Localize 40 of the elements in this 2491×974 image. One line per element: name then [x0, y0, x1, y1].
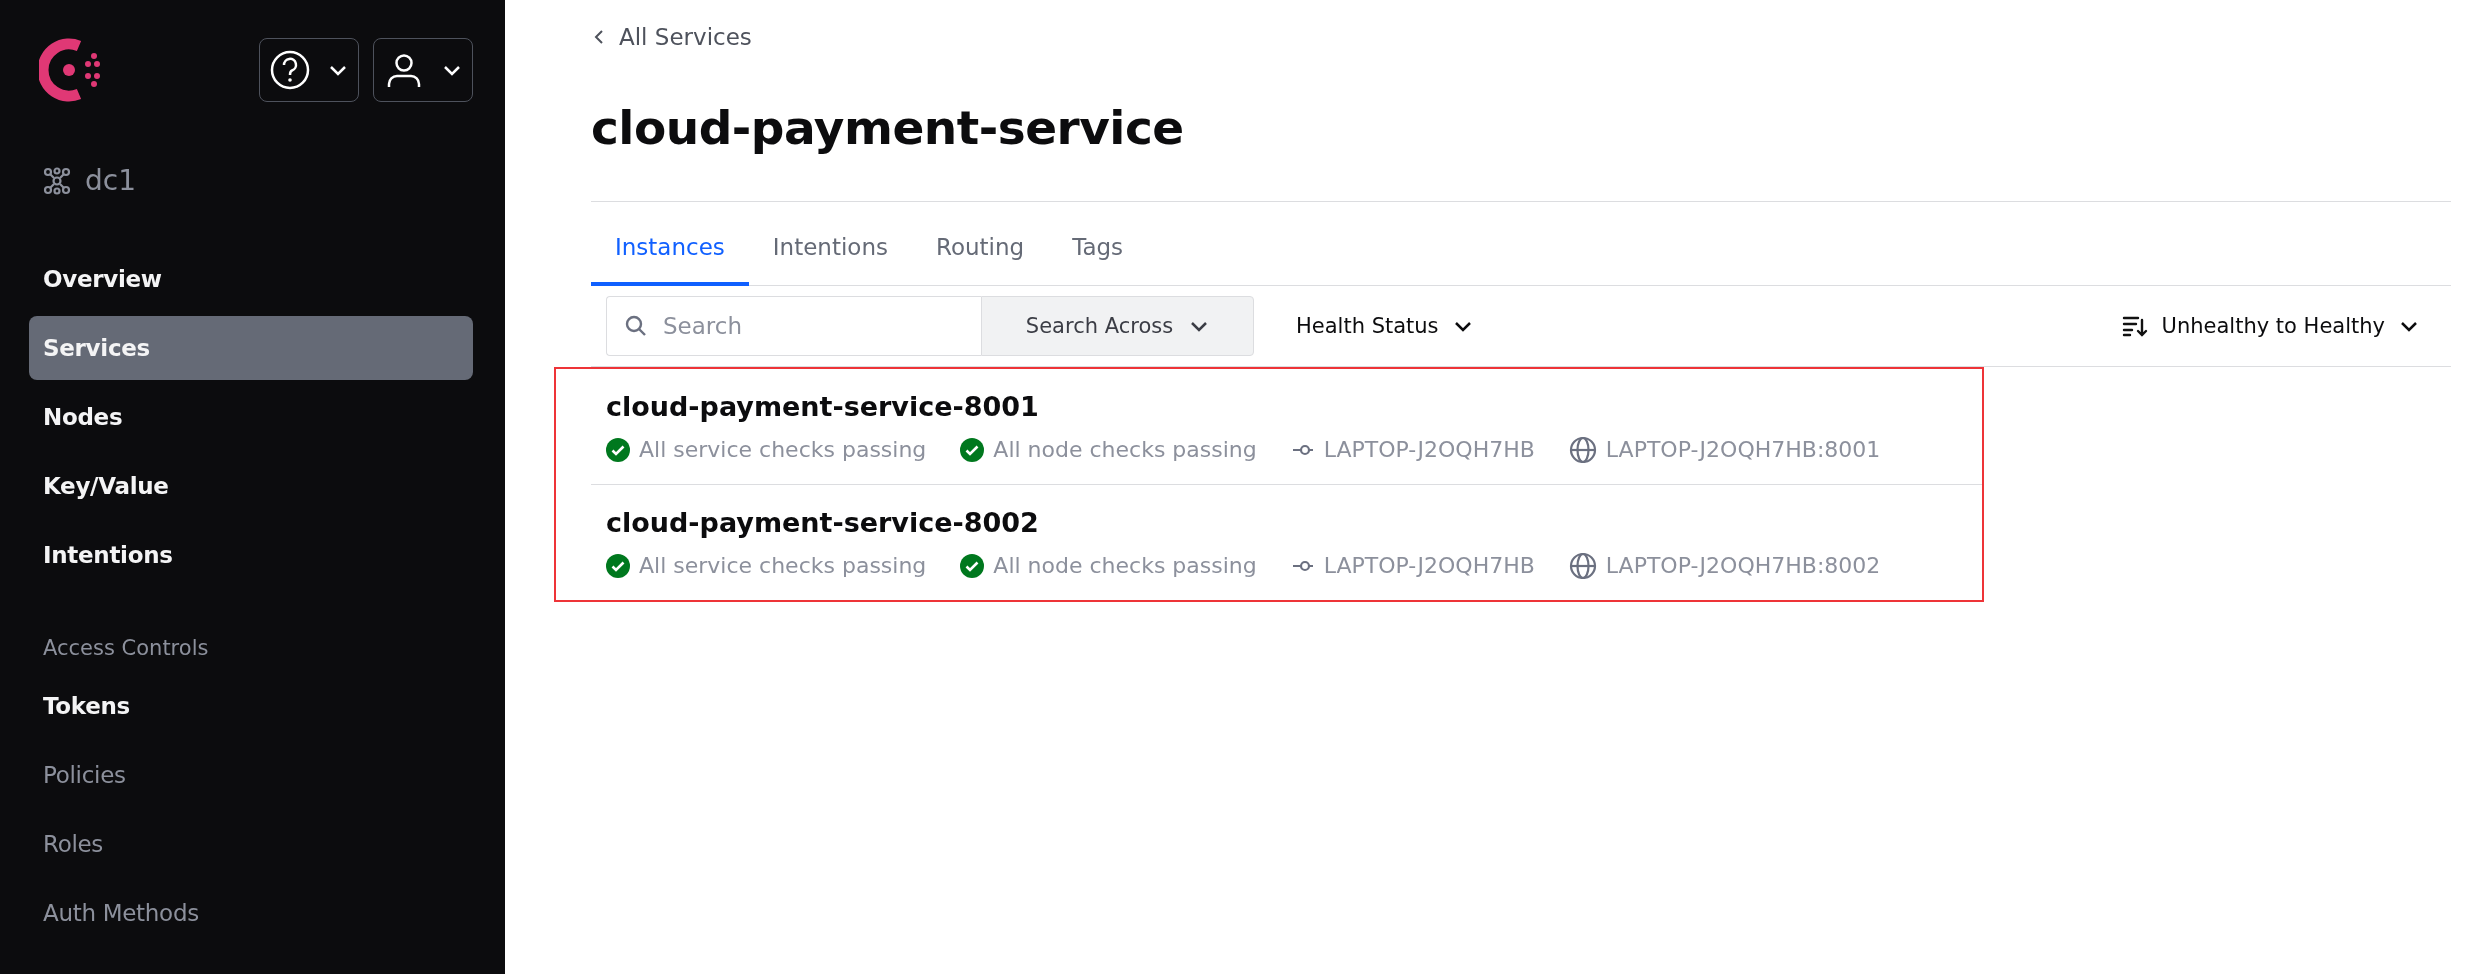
node-name: LAPTOP-J2OQH7HB [1323, 437, 1535, 462]
instance-name[interactable]: cloud-payment-service-8002 [591, 506, 1039, 538]
sort-dropdown[interactable]: Unhealthy to Healthy [2109, 313, 2431, 338]
globe-icon [1568, 435, 1597, 464]
globe-icon [1568, 551, 1597, 580]
logo-icon[interactable] [39, 38, 103, 102]
nav-item[interactable]: Overview [29, 247, 473, 311]
tab[interactable]: Intentions [748, 234, 912, 286]
cluster-icon [43, 166, 71, 195]
nav-item[interactable]: Tokens [29, 674, 473, 738]
tab[interactable]: Routing [911, 234, 1049, 286]
check-circle-icon [960, 437, 985, 462]
tab[interactable]: Instances [591, 234, 749, 286]
instance-name[interactable]: cloud-payment-service-8001 [591, 390, 1039, 422]
service-check-status: All service checks passing [639, 437, 927, 462]
help-icon [270, 50, 310, 90]
search-field[interactable]: Search [606, 295, 981, 356]
check-circle-icon [960, 553, 985, 578]
section-heading: Access Controls [43, 636, 210, 660]
health-status-dropdown[interactable]: Health Status [1284, 313, 1485, 338]
search-across-dropdown[interactable]: Search Across [981, 295, 1254, 356]
user-menu-button[interactable] [373, 38, 473, 102]
instance-address: LAPTOP-J2OQH7HB:8002 [1605, 553, 1881, 578]
help-menu-button[interactable] [259, 38, 359, 102]
service-check-status: All service checks passing [639, 553, 927, 578]
node-check-status: All node checks passing [993, 553, 1257, 578]
node-name: LAPTOP-J2OQH7HB [1323, 553, 1535, 578]
nav-item[interactable]: Services [29, 316, 473, 380]
tab[interactable]: Tags [1048, 234, 1148, 286]
nav-item[interactable]: Intentions [29, 523, 473, 587]
nav-item[interactable]: Key/Value [29, 454, 473, 518]
page-title: cloud-payment-service [591, 100, 1185, 155]
nav-item[interactable]: Nodes [29, 385, 473, 449]
instance-address: LAPTOP-J2OQH7HB:8001 [1605, 437, 1881, 462]
search-icon [624, 313, 648, 338]
node-check-status: All node checks passing [993, 437, 1257, 462]
check-circle-icon [606, 553, 630, 578]
back-link[interactable]: All Services [591, 24, 752, 50]
datacenter-name[interactable]: dc1 [85, 164, 136, 197]
check-circle-icon [606, 437, 630, 462]
